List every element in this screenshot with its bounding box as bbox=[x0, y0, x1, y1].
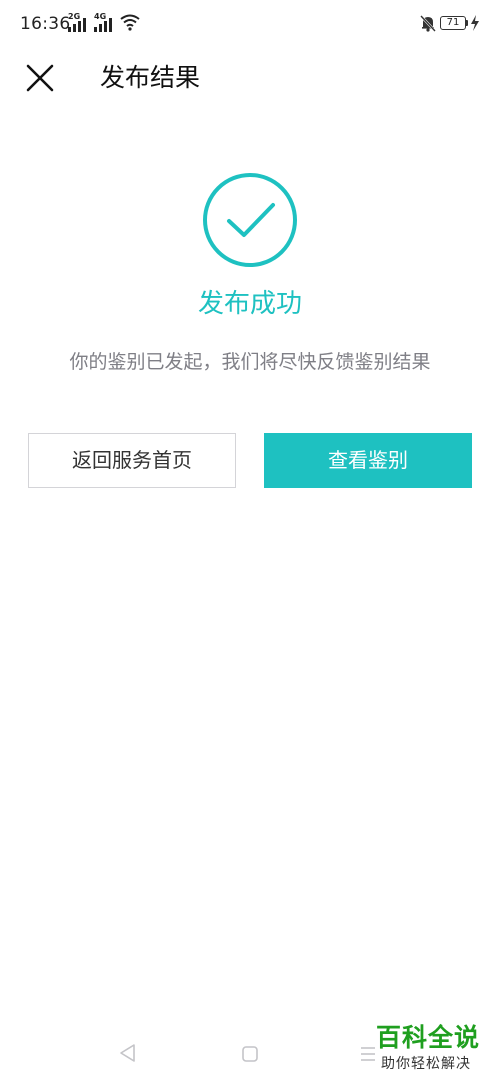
return-home-button[interactable]: 返回服务首页 bbox=[28, 433, 236, 488]
nav-back-icon[interactable] bbox=[118, 1043, 138, 1063]
battery-tip bbox=[466, 20, 468, 26]
close-icon bbox=[26, 64, 54, 92]
battery-level: 71 bbox=[446, 17, 460, 28]
signal-4g-icon: 4G bbox=[94, 12, 116, 32]
success-description: 你的鉴别已发起，我们将尽快反馈鉴别结果 bbox=[69, 351, 431, 373]
status-bar: 16:36 2G 4G 71 bbox=[0, 0, 500, 48]
charging-bolt-icon bbox=[471, 15, 479, 31]
close-button[interactable] bbox=[24, 62, 56, 94]
status-time: 16:36 bbox=[20, 14, 71, 34]
watermark-subtitle: 助你轻松解决 bbox=[381, 1056, 471, 1072]
bell-muted-icon bbox=[420, 15, 436, 32]
signal-2g-icon: 2G bbox=[68, 12, 90, 32]
wifi-icon bbox=[120, 14, 140, 31]
success-title: 发布成功 bbox=[197, 289, 302, 319]
battery-icon: 71 bbox=[440, 16, 466, 30]
page-title: 发布结果 bbox=[100, 63, 201, 92]
view-appraisal-button[interactable]: 查看鉴别 bbox=[264, 433, 472, 488]
nav-menu-icon[interactable] bbox=[360, 1046, 376, 1062]
check-circle-icon bbox=[203, 173, 297, 267]
watermark-title: 百科全说 bbox=[376, 1023, 481, 1052]
nav-home-icon[interactable] bbox=[241, 1045, 259, 1063]
